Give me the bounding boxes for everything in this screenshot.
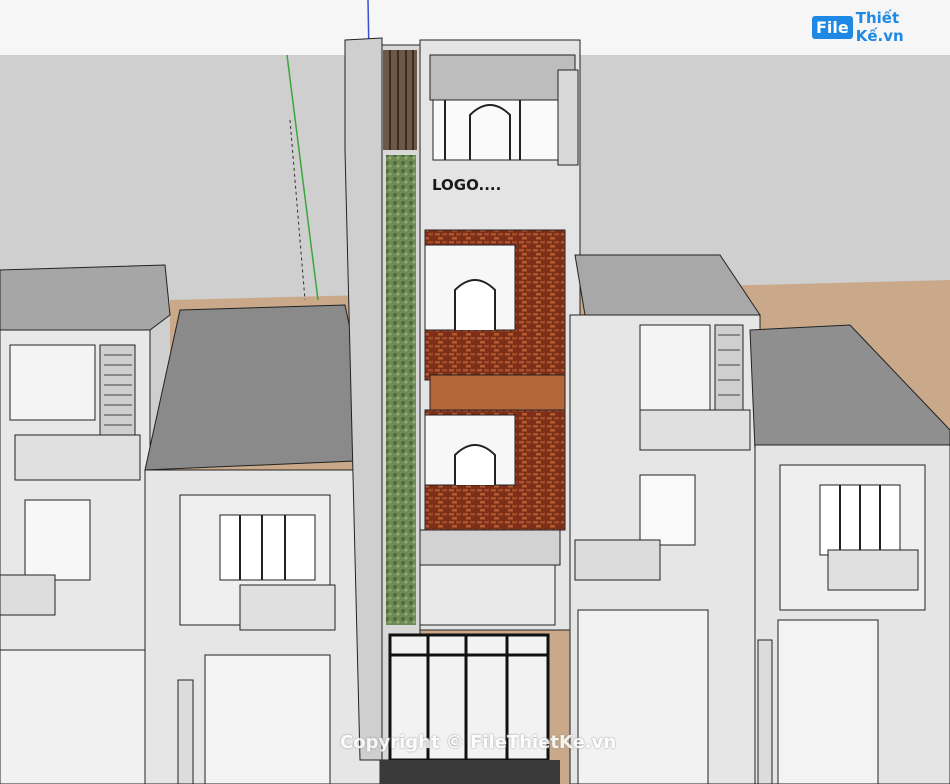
- watermark-logo: File Thiết Kế.vn: [812, 9, 942, 45]
- main-building: LOGO....: [344, 37, 581, 784]
- copyright-watermark: Copyright © FileThietKe.vn: [340, 732, 617, 753]
- watermark-brand-text: Thiết Kế.vn: [855, 9, 904, 45]
- left-house-2: [144, 304, 381, 784]
- right-house-1: [569, 254, 761, 784]
- building-scene: LOGO....: [0, 0, 950, 784]
- watermark-badge: File: [812, 15, 853, 39]
- logo-sign: LOGO....: [432, 176, 501, 194]
- vertical-garden: [386, 155, 416, 625]
